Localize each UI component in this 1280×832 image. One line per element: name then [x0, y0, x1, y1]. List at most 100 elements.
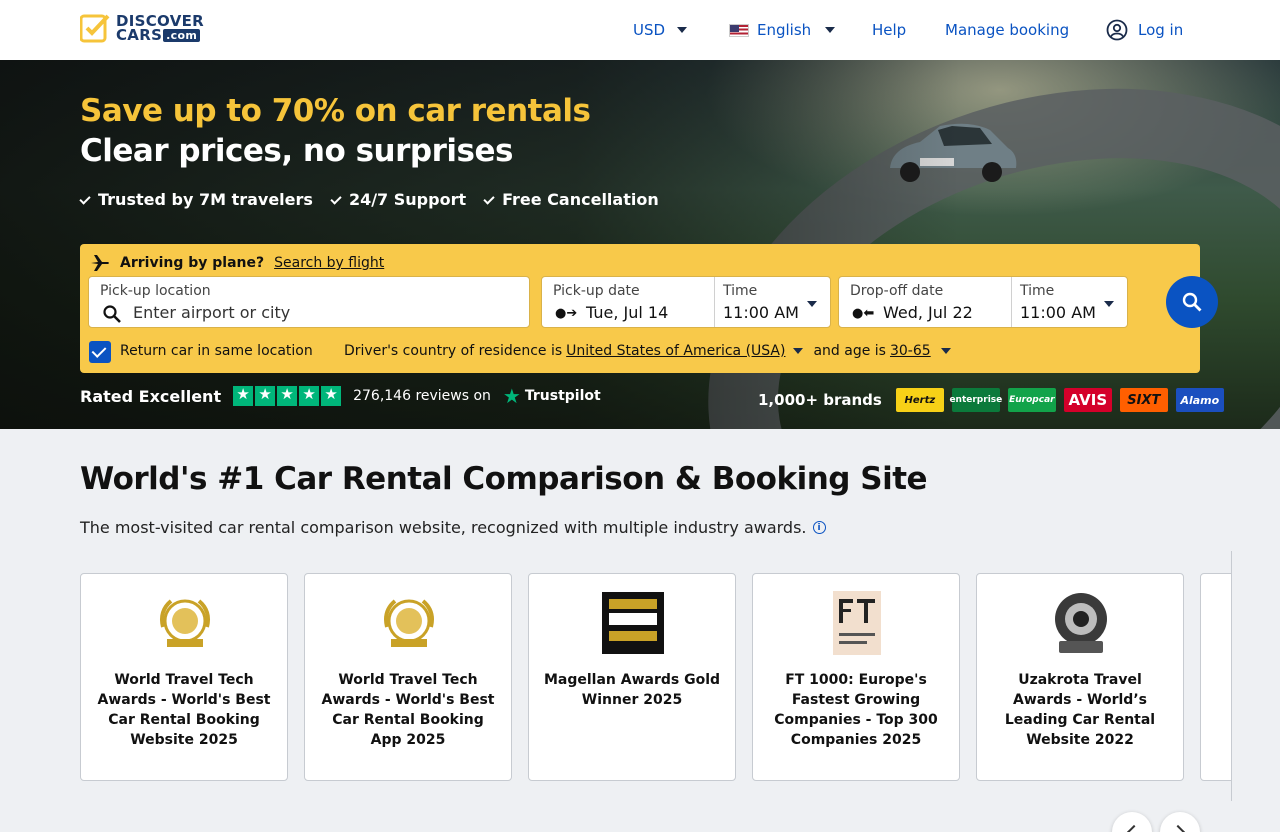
- brand-logo-alamo: Alamo: [1175, 388, 1224, 412]
- check-icon: [483, 192, 495, 205]
- dropoff-date-field[interactable]: Drop-off date ●⬅ Wed, Jul 22: [839, 277, 1011, 327]
- pickup-location-field[interactable]: Pick-up location Enter airport or city: [88, 276, 530, 328]
- carousel-next-button[interactable]: [1160, 812, 1200, 832]
- search-icon: [1182, 292, 1202, 312]
- site-header: DISCOVER CARS .com USD English Help Mana…: [0, 0, 1280, 60]
- laurel-award-icon: [160, 599, 210, 647]
- award-card: Uzakrota Travel Awards - World’s Leading…: [976, 573, 1184, 781]
- chevron-down-icon: [793, 348, 804, 354]
- brands-row: 1,000+ brands Hertz enterprise Europcar …: [758, 388, 1224, 412]
- award-card: Magellan Awards Gold Winner 2025: [528, 573, 736, 781]
- usp-item: Free Cancellation: [483, 190, 659, 209]
- arriving-label: Arriving by plane?: [120, 255, 265, 271]
- site-logo[interactable]: DISCOVER CARS .com: [80, 13, 204, 43]
- award-text: World Travel Tech Awards - World's Best …: [97, 672, 271, 748]
- help-link[interactable]: Help: [872, 0, 906, 60]
- us-flag-icon: [729, 23, 749, 37]
- brand-logo-hertz: Hertz: [895, 388, 944, 412]
- star-icon: [299, 385, 320, 406]
- usp-item: 24/7 Support: [330, 190, 466, 209]
- brand-logo-avis: AVIS: [1063, 388, 1112, 412]
- chevron-down-icon: [807, 301, 817, 307]
- brands-count: 1,000+ brands: [758, 391, 882, 409]
- search-icon: [103, 305, 121, 323]
- chevron-down-icon: [825, 27, 836, 33]
- dropoff-datetime-field: Drop-off date ●⬅ Wed, Jul 22 Time 11:00 …: [838, 276, 1128, 328]
- star-icon: [233, 385, 254, 406]
- star-icon: [277, 385, 298, 406]
- pickup-date-value: Tue, Jul 14: [586, 303, 669, 322]
- laurel-award-icon: [384, 599, 434, 647]
- uzakrota-award-icon: [1055, 593, 1107, 653]
- star-icon: [255, 385, 276, 406]
- check-icon: [330, 192, 342, 205]
- dropoff-arrow-icon: ●⬅: [852, 306, 875, 321]
- trustpilot-star-icon: ★: [502, 384, 521, 408]
- pickup-date-label: Pick-up date: [553, 283, 640, 299]
- return-same-location-label: Return car in same location: [120, 343, 313, 359]
- pickup-time-select[interactable]: Time 11:00 AM: [715, 277, 831, 327]
- chevron-down-icon: [1104, 301, 1114, 307]
- manage-booking-link[interactable]: Manage booking: [945, 0, 1069, 60]
- award-card: [1200, 573, 1231, 781]
- currency-label: USD: [633, 21, 666, 39]
- return-same-location-checkbox[interactable]: [89, 341, 111, 363]
- hero-headline: Save up to 70% on car rentals: [80, 93, 591, 129]
- dropoff-time-value: 11:00 AM: [1020, 303, 1096, 322]
- brand-logo-enterprise: enterprise: [949, 388, 1002, 412]
- carousel-prev-button[interactable]: [1112, 812, 1152, 832]
- logo-suffix: .com: [163, 28, 201, 42]
- logo-line2: CARS: [116, 26, 163, 44]
- pickup-time-label: Time: [723, 283, 758, 299]
- check-icon: [79, 192, 91, 205]
- award-card: FT 1000: Europe's Fastest Growing Compan…: [752, 573, 960, 781]
- pickup-time-value: 11:00 AM: [723, 303, 799, 322]
- trustpilot-stars: [233, 385, 342, 406]
- hero-banner: Save up to 70% on car rentals Clear pric…: [0, 60, 1280, 429]
- language-selector[interactable]: English: [729, 0, 836, 60]
- pickup-location-input[interactable]: Enter airport or city: [133, 303, 290, 322]
- airplane-icon: [91, 255, 109, 271]
- login-button[interactable]: Log in: [1106, 0, 1183, 60]
- search-button[interactable]: [1166, 276, 1218, 328]
- star-icon: [321, 385, 342, 406]
- award-text: Magellan Awards Gold Winner 2025: [543, 672, 721, 708]
- dropoff-date-label: Drop-off date: [850, 283, 944, 299]
- brand-logo-sixt: SIXT: [1119, 388, 1168, 412]
- award-card: World Travel Tech Awards - World's Best …: [304, 573, 512, 781]
- rating-row: Rated Excellent 276,146 reviews on ★ Tru…: [80, 384, 601, 408]
- dropoff-date-value: Wed, Jul 22: [883, 303, 973, 322]
- award-text: Uzakrota Travel Awards - World’s Leading…: [1004, 672, 1156, 748]
- ft-logo-icon: [833, 591, 881, 655]
- residence-age-row: Driver's country of residence is United …: [344, 343, 951, 359]
- section-title: World's #1 Car Rental Comparison & Booki…: [80, 461, 928, 497]
- age-selector[interactable]: 30-65: [890, 343, 931, 359]
- flight-search-row: Arriving by plane? Search by flight: [90, 254, 384, 272]
- user-icon: [1106, 19, 1128, 41]
- pickup-location-label: Pick-up location: [100, 283, 211, 299]
- award-text: World Travel Tech Awards - World's Best …: [321, 672, 495, 748]
- dropoff-time-select[interactable]: Time 11:00 AM: [1012, 277, 1128, 327]
- awards-carousel: World Travel Tech Awards - World's Best …: [80, 551, 1232, 801]
- login-label: Log in: [1138, 21, 1184, 39]
- award-text: FT 1000: Europe's Fastest Growing Compan…: [774, 672, 938, 748]
- info-icon[interactable]: i: [812, 521, 826, 534]
- pickup-date-field[interactable]: Pick-up date ●➔ Tue, Jul 14: [542, 277, 714, 327]
- pickup-arrow-icon: ●➔: [555, 306, 578, 321]
- brand-logo-europcar: Europcar: [1007, 388, 1056, 412]
- search-by-flight-link[interactable]: Search by flight: [274, 255, 384, 271]
- reviews-count: 276,146 reviews on: [353, 388, 491, 404]
- language-label: English: [757, 21, 812, 39]
- logo-check-icon: [80, 14, 110, 43]
- usp-list: Trusted by 7M travelers 24/7 Support Fre…: [79, 190, 659, 209]
- trustpilot-logo[interactable]: ★ Trustpilot: [503, 384, 601, 408]
- hero-subheadline: Clear prices, no surprises: [80, 133, 513, 169]
- age-label: and age is: [813, 343, 886, 359]
- residence-label: Driver's country of residence is: [344, 343, 563, 359]
- rating-label: Rated Excellent: [80, 386, 222, 406]
- currency-selector[interactable]: USD: [633, 0, 688, 60]
- residence-selector[interactable]: United States of America (USA): [566, 343, 785, 359]
- search-panel: Arriving by plane? Search by flight Pick…: [80, 244, 1218, 373]
- dropoff-time-label: Time: [1020, 283, 1055, 299]
- usp-item: Trusted by 7M travelers: [79, 190, 313, 209]
